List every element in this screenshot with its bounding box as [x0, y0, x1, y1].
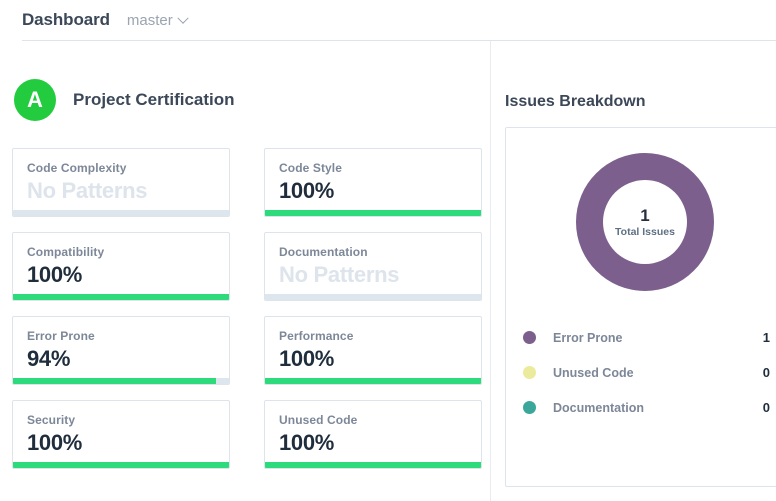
certification-title: Project Certification: [73, 90, 235, 110]
legend-count: 0: [763, 365, 770, 380]
legend-label: Documentation: [553, 401, 763, 415]
metric-value: No Patterns: [279, 262, 481, 287]
page-header: Dashboard master: [0, 0, 776, 41]
metric-progress-bar: [265, 210, 481, 216]
legend-item-error-prone[interactable]: Error Prone 1: [523, 320, 775, 355]
metric-progress-bar: [265, 378, 481, 384]
issues-breakdown-title: Issues Breakdown: [505, 93, 646, 111]
metric-value: 100%: [27, 262, 229, 287]
project-certification-section: A Project Certification Code Complexity …: [0, 41, 490, 501]
legend-color-dot: [523, 331, 536, 344]
metric-card-error-prone[interactable]: Error Prone 94%: [12, 316, 230, 385]
metric-value: 100%: [27, 430, 229, 455]
metric-value: 94%: [27, 346, 229, 371]
metric-value: No Patterns: [27, 178, 229, 203]
metric-label: Code Style: [279, 161, 481, 175]
metric-progress-fill: [265, 378, 481, 384]
metric-label: Security: [27, 413, 229, 427]
metric-progress-fill: [265, 462, 481, 468]
grade-badge: A: [14, 79, 56, 121]
metric-cards-grid: Code Complexity No Patterns Code Style 1…: [12, 148, 482, 469]
legend-label: Unused Code: [553, 366, 763, 380]
issues-donut-chart[interactable]: 1 Total Issues: [576, 153, 714, 291]
chevron-down-icon: [177, 12, 188, 23]
metric-card-security[interactable]: Security 100%: [12, 400, 230, 469]
legend-label: Error Prone: [553, 331, 763, 345]
metric-progress-bar: [13, 294, 229, 300]
metric-value: 100%: [279, 178, 481, 203]
metric-progress-fill: [13, 294, 229, 300]
metric-progress-bar: [265, 462, 481, 468]
issues-breakdown-section: Issues Breakdown 1 Total Issues Error Pr…: [490, 41, 776, 501]
branch-name: master: [127, 12, 173, 29]
donut-total-value: 1: [640, 207, 649, 224]
metric-value: 100%: [279, 430, 481, 455]
legend-count: 1: [763, 330, 770, 345]
metric-label: Compatibility: [27, 245, 229, 259]
metric-card-compatibility[interactable]: Compatibility 100%: [12, 232, 230, 301]
legend-color-dot: [523, 366, 536, 379]
legend-count: 0: [763, 400, 770, 415]
metric-label: Code Complexity: [27, 161, 229, 175]
metric-card-documentation[interactable]: Documentation No Patterns: [264, 232, 482, 301]
issues-breakdown-panel: 1 Total Issues Error Prone 1 Unused Code…: [505, 127, 776, 487]
metric-label: Documentation: [279, 245, 481, 259]
metric-progress-fill: [13, 462, 229, 468]
metric-card-performance[interactable]: Performance 100%: [264, 316, 482, 385]
metric-progress-fill: [265, 210, 481, 216]
metric-card-unused-code[interactable]: Unused Code 100%: [264, 400, 482, 469]
certification-header: A Project Certification: [14, 79, 235, 121]
metric-progress-bar: [13, 462, 229, 468]
metric-card-code-complexity[interactable]: Code Complexity No Patterns: [12, 148, 230, 217]
page-title: Dashboard: [22, 10, 110, 30]
metric-progress-bar: [13, 378, 229, 384]
metric-label: Error Prone: [27, 329, 229, 343]
metric-card-code-style[interactable]: Code Style 100%: [264, 148, 482, 217]
metric-progress-bar: [265, 294, 481, 300]
metric-label: Unused Code: [279, 413, 481, 427]
metric-value: 100%: [279, 346, 481, 371]
donut-total-caption: Total Issues: [615, 227, 675, 238]
legend-item-documentation[interactable]: Documentation 0: [523, 390, 775, 425]
header-content: Dashboard master: [22, 10, 187, 30]
metric-label: Performance: [279, 329, 481, 343]
legend-color-dot: [523, 401, 536, 414]
metric-progress-bar: [13, 210, 229, 216]
issues-legend: Error Prone 1 Unused Code 0 Documentatio…: [523, 320, 775, 425]
legend-item-unused-code[interactable]: Unused Code 0: [523, 355, 775, 390]
branch-selector[interactable]: master: [127, 12, 187, 29]
metric-progress-fill: [13, 378, 216, 384]
donut-center: 1 Total Issues: [603, 180, 687, 264]
